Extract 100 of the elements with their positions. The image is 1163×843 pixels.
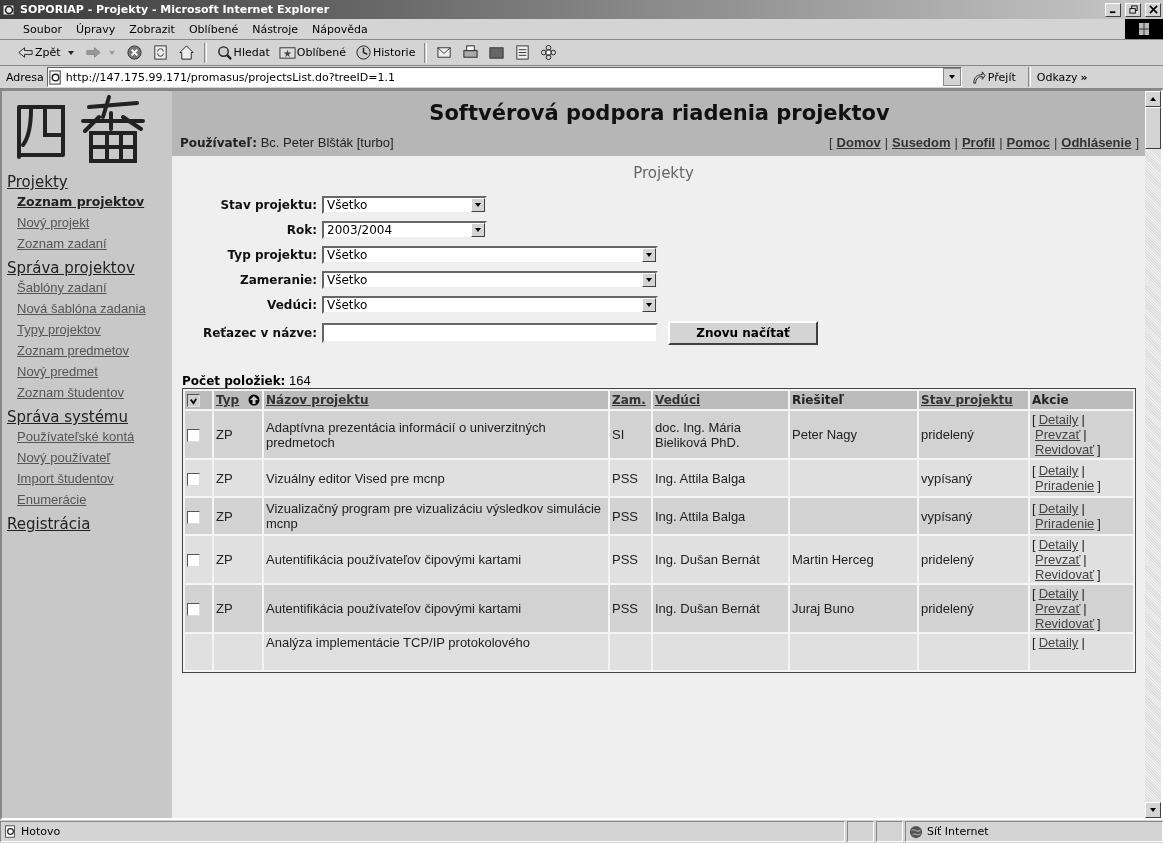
- action-link[interactable]: Detaily: [1038, 635, 1079, 650]
- separator-text: |: [1083, 552, 1087, 567]
- sidebar-link[interactable]: Zoznam študentov: [17, 385, 172, 400]
- windows-logo-icon: [1125, 19, 1163, 39]
- history-button[interactable]: Historie: [352, 41, 419, 64]
- action-link[interactable]: Revidovať: [1035, 616, 1095, 631]
- action-link[interactable]: Detaily: [1038, 463, 1079, 478]
- column-header-link[interactable]: Typ: [216, 393, 240, 407]
- table-cell: ZP: [216, 601, 233, 616]
- back-icon: [17, 44, 34, 61]
- action-link[interactable]: Prevzať: [1035, 601, 1081, 616]
- separator-text: |: [1081, 412, 1085, 427]
- search-icon: [215, 44, 233, 61]
- row-checkbox[interactable]: [187, 603, 200, 617]
- count-value: 164: [289, 373, 311, 388]
- nav-link[interactable]: Profil: [961, 135, 996, 150]
- action-link[interactable]: Detaily: [1038, 586, 1079, 601]
- restore-button[interactable]: [1125, 2, 1141, 17]
- sidebar-link[interactable]: Zoznam predmetov: [17, 343, 172, 358]
- menu-item[interactable]: Oblíbené: [181, 22, 246, 36]
- address-field[interactable]: http://147.175.99.171/promasus/projectsList.do?treeID=1.1: [46, 67, 962, 87]
- menu-item[interactable]: Zobrazit: [122, 22, 182, 36]
- action-link[interactable]: Prevzať: [1035, 427, 1081, 442]
- menu-item[interactable]: Nástroje: [245, 22, 305, 36]
- sidebar-section-link[interactable]: Projekty: [7, 173, 172, 191]
- sidebar-section-link[interactable]: Registrácia: [7, 515, 172, 533]
- dropdown-button[interactable]: [942, 68, 961, 86]
- action-link[interactable]: Prevzať: [1035, 552, 1081, 567]
- nav-link[interactable]: Pomoc: [1006, 135, 1050, 150]
- nav-link[interactable]: Odhlásenie: [1061, 135, 1132, 150]
- menu-item[interactable]: Soubor: [16, 22, 69, 36]
- row-checkbox[interactable]: [187, 510, 200, 524]
- scrollbar[interactable]: [1145, 91, 1161, 818]
- sidebar-link[interactable]: Typy projektov: [17, 322, 172, 337]
- table-cell: pridelený: [921, 601, 974, 616]
- nav-link[interactable]: Domov: [836, 135, 881, 150]
- sidebar-link[interactable]: Nový projekt: [17, 215, 172, 230]
- column-header-link[interactable]: Vedúci: [655, 393, 701, 407]
- dropdown-field[interactable]: Všetko: [322, 246, 658, 264]
- menu-item[interactable]: Nápověda: [305, 22, 375, 36]
- dropdown-arrow-icon[interactable]: [66, 48, 75, 57]
- column-header-link[interactable]: Zam.: [612, 393, 646, 407]
- bracket-text: ]: [1097, 616, 1101, 631]
- table-cell: pridelený: [921, 427, 974, 442]
- scroll-up-icon[interactable]: [1149, 95, 1157, 103]
- sidebar-link[interactable]: Šablóny zadaní: [17, 280, 172, 295]
- scroll-down-icon[interactable]: [1149, 806, 1157, 814]
- action-link[interactable]: Priradenie: [1035, 478, 1095, 493]
- menu-item[interactable]: Úpravy: [68, 22, 123, 36]
- go-button[interactable]: Přejít: [964, 68, 1022, 86]
- nav-link[interactable]: Susedom: [892, 135, 951, 150]
- minimize-button[interactable]: [1105, 2, 1121, 17]
- action-link[interactable]: Priradenie: [1035, 516, 1095, 531]
- sort-ascending-icon[interactable]: [248, 394, 260, 406]
- text-field[interactable]: [322, 323, 658, 343]
- action-link[interactable]: Detaily: [1038, 412, 1079, 427]
- sidebar-link[interactable]: Zoznam zadaní: [17, 236, 172, 251]
- row-checkbox[interactable]: [187, 472, 200, 486]
- dropdown-field[interactable]: Všetko: [322, 296, 658, 314]
- select-all-checkbox[interactable]: [187, 394, 200, 407]
- reload-button[interactable]: Znovu načítať: [668, 321, 818, 345]
- sidebar-section-link[interactable]: Správa systému: [7, 408, 172, 426]
- caret-icon: [645, 301, 653, 309]
- search-button[interactable]: Hledat: [212, 41, 273, 64]
- links-button[interactable]: Odkazy: [1036, 70, 1078, 84]
- scroll-thumb[interactable]: [1145, 107, 1161, 149]
- sidebar-link[interactable]: Zoznam projektov: [17, 194, 172, 209]
- dropdown-field[interactable]: Všetko: [322, 271, 658, 289]
- bracket-text: [: [1032, 635, 1036, 650]
- bracket-text: [: [1032, 501, 1036, 516]
- separator-text: |: [954, 135, 958, 150]
- column-header-link[interactable]: Názov projektu: [266, 393, 369, 407]
- globe-icon: [909, 824, 923, 839]
- action-link[interactable]: Revidovať: [1035, 567, 1095, 582]
- window-title: SOPORIAP - Projekty - Microsoft Internet Explorer: [20, 3, 330, 16]
- action-link[interactable]: Revidovať: [1035, 442, 1095, 457]
- sidebar-link[interactable]: Nová šablóna zadania: [17, 301, 172, 316]
- caret-icon: [947, 73, 956, 81]
- close-button[interactable]: [1145, 2, 1161, 17]
- action-link[interactable]: Detaily: [1038, 537, 1079, 552]
- filter-label: Vedúci:: [266, 298, 317, 312]
- back-button[interactable]: Zpět: [14, 41, 64, 64]
- sidebar-link[interactable]: Nový predmet: [17, 364, 172, 379]
- sidebar-link[interactable]: Import študentov: [17, 471, 172, 486]
- sidebar-section-link[interactable]: Správa projektov: [7, 259, 172, 277]
- mail-icon: [436, 44, 454, 61]
- sidebar-link[interactable]: Enumerácie: [17, 492, 172, 507]
- row-checkbox[interactable]: [187, 429, 200, 443]
- print-icon: [462, 44, 480, 61]
- action-link[interactable]: Detaily: [1038, 501, 1079, 516]
- column-header-link[interactable]: Stav projektu: [921, 393, 1013, 407]
- dropdown-field[interactable]: 2003/2004: [322, 221, 487, 239]
- separator-text: |: [1081, 501, 1085, 516]
- favorites-button[interactable]: Oblíbené: [275, 41, 349, 64]
- row-checkbox[interactable]: [187, 554, 200, 568]
- sidebar-link[interactable]: Používateľské kontá: [17, 429, 172, 444]
- sidebar-link[interactable]: Nový používateľ: [17, 450, 172, 465]
- table-cell: Peter Nagy: [792, 427, 858, 442]
- more-button[interactable]: »: [1080, 70, 1088, 84]
- dropdown-field[interactable]: Všetko: [322, 196, 487, 214]
